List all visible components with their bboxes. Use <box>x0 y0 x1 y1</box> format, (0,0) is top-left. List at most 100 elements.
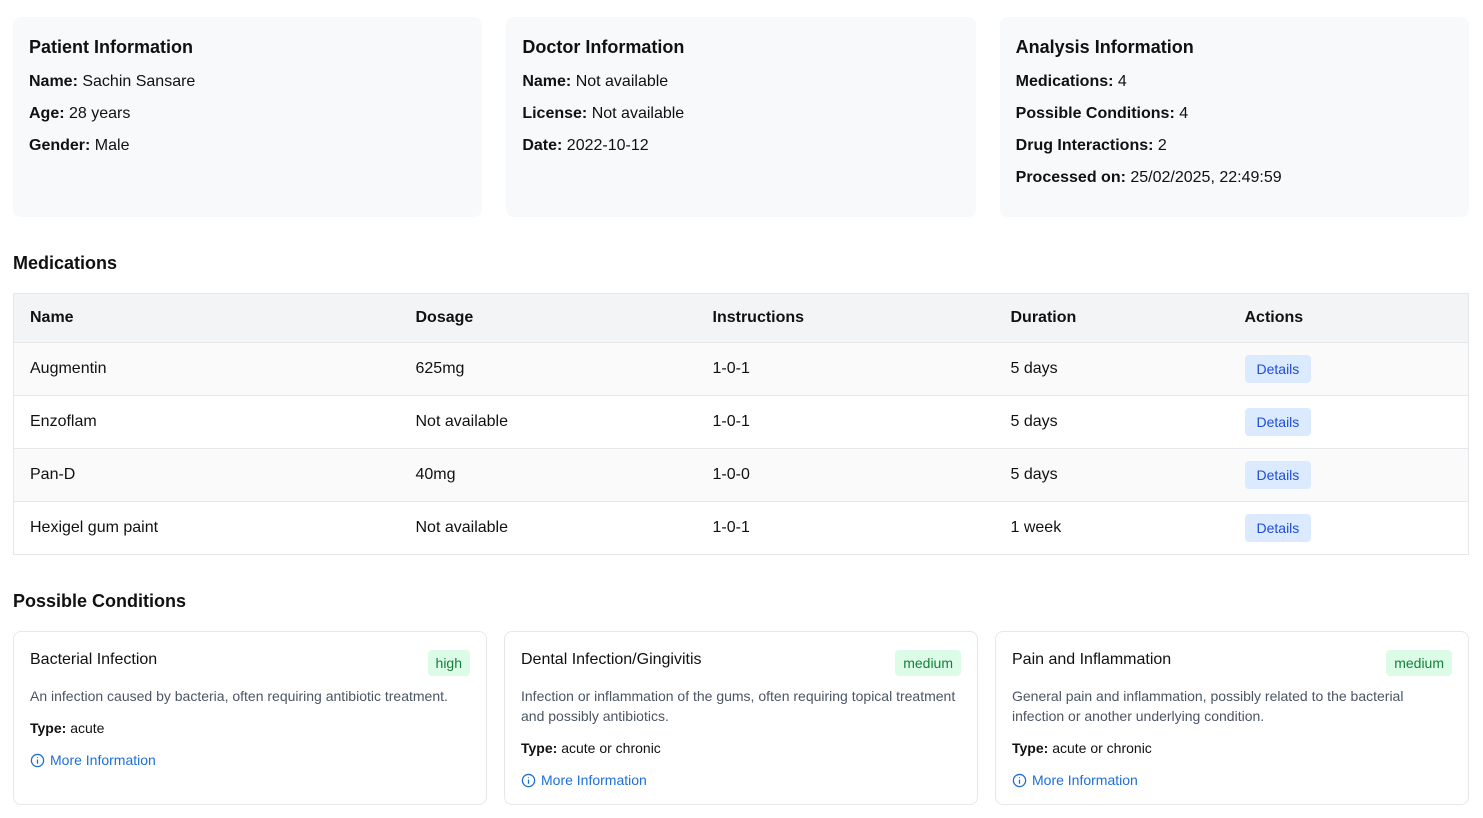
analysis-processed: Processed on: 25/02/2025, 22:49:59 <box>1016 168 1453 188</box>
patient-name-value: Sachin Sansare <box>82 73 196 90</box>
med-name: Pan-D <box>13 448 400 502</box>
more-information-label: More Information <box>541 772 647 788</box>
condition-type: Type: acute or chronic <box>521 738 961 758</box>
doctor-date: Date: 2022-10-12 <box>522 136 959 156</box>
med-dosage: Not available <box>399 395 697 449</box>
info-circle-icon <box>521 773 536 787</box>
med-actions: Details <box>1228 448 1469 502</box>
condition-header: Pain and Inflammation medium <box>1012 649 1452 676</box>
patient-age: Age: 28 years <box>29 104 466 124</box>
doctor-license-value: Not available <box>591 105 685 122</box>
med-actions: Details <box>1228 395 1469 449</box>
condition-description: An infection caused by bacteria, often r… <box>30 688 448 704</box>
doctor-license: License: Not available <box>522 104 959 124</box>
details-button[interactable]: Details <box>1244 355 1312 383</box>
condition-type-label: Type: <box>521 740 558 756</box>
more-information-link[interactable]: More Information <box>30 750 156 770</box>
condition-card: Dental Infection/Gingivitis medium Infec… <box>504 631 978 805</box>
med-dosage: 625mg <box>399 342 697 396</box>
med-duration: 5 days <box>994 448 1229 502</box>
details-button[interactable]: Details <box>1244 461 1312 489</box>
patient-info-card: Patient Information Name: Sachin Sansare… <box>13 17 483 217</box>
analysis-conditions-label: Possible Conditions: <box>1015 105 1175 122</box>
med-duration: 5 days <box>994 395 1229 449</box>
med-instructions: 1-0-1 <box>696 342 995 396</box>
patient-age-label: Age: <box>29 105 65 122</box>
analysis-conditions-value: 4 <box>1179 105 1189 122</box>
table-row: Hexigel gum paint Not available 1-0-1 1 … <box>13 501 1469 555</box>
doctor-info-card: Doctor Information Name: Not available L… <box>506 17 976 217</box>
condition-name: Pain and Inflammation <box>1012 651 1172 668</box>
patient-age-value: 28 years <box>69 105 131 122</box>
table-row: Pan-D 40mg 1-0-0 5 days Details <box>13 448 1469 502</box>
condition-type: Type: acute or chronic <box>1012 738 1452 758</box>
med-instructions: 1-0-0 <box>696 448 995 502</box>
analysis-info-title: Analysis Information <box>1015 37 1194 57</box>
doctor-info-title: Doctor Information <box>522 37 685 57</box>
doctor-date-value: 2022-10-12 <box>566 137 649 154</box>
condition-name: Dental Infection/Gingivitis <box>521 651 702 668</box>
header-duration: Duration <box>994 293 1229 343</box>
doctor-name-value: Not available <box>575 73 669 90</box>
analysis-medications-label: Medications: <box>1015 73 1114 90</box>
med-duration: 5 days <box>994 342 1229 396</box>
details-button[interactable]: Details <box>1244 514 1312 542</box>
details-button[interactable]: Details <box>1244 408 1312 436</box>
doctor-name: Name: Not available <box>522 72 959 92</box>
analysis-processed-label: Processed on: <box>1015 169 1126 186</box>
info-cards-row: Patient Information Name: Sachin Sansare… <box>13 17 1469 217</box>
condition-header: Bacterial Infection high <box>30 649 470 676</box>
header-name: Name <box>13 293 400 343</box>
med-dosage: Not available <box>399 501 697 555</box>
likelihood-badge: medium <box>1386 650 1452 676</box>
med-duration: 1 week <box>994 501 1229 555</box>
more-information-label: More Information <box>50 752 156 768</box>
conditions-row: Bacterial Infection high An infection ca… <box>13 631 1469 805</box>
patient-name-label: Name: <box>29 73 78 90</box>
condition-type-label: Type: <box>1012 740 1049 756</box>
header-instructions: Instructions <box>696 293 995 343</box>
med-instructions: 1-0-1 <box>696 395 995 449</box>
table-header-row: Name Dosage Instructions Duration Action… <box>13 293 1469 343</box>
patient-name: Name: Sachin Sansare <box>29 72 466 92</box>
conditions-section-title: Possible Conditions <box>13 591 187 611</box>
analysis-interactions: Drug Interactions: 2 <box>1016 136 1453 156</box>
analysis-interactions-label: Drug Interactions: <box>1015 137 1154 154</box>
med-actions: Details <box>1228 342 1469 396</box>
header-actions: Actions <box>1228 293 1469 343</box>
condition-type-value: acute or chronic <box>561 740 661 756</box>
med-dosage: 40mg <box>399 448 697 502</box>
med-instructions: 1-0-1 <box>696 501 995 555</box>
more-information-link[interactable]: More Information <box>521 770 647 790</box>
doctor-date-label: Date: <box>522 137 563 154</box>
table-row: Enzoflam Not available 1-0-1 5 days Deta… <box>13 395 1469 449</box>
header-dosage: Dosage <box>399 293 697 343</box>
condition-card: Pain and Inflammation medium General pai… <box>995 631 1469 805</box>
analysis-medications: Medications: 4 <box>1016 72 1453 92</box>
analysis-processed-value: 25/02/2025, 22:49:59 <box>1130 169 1282 186</box>
condition-name: Bacterial Infection <box>30 651 158 668</box>
condition-type-value: acute or chronic <box>1052 740 1152 756</box>
info-circle-icon <box>1012 773 1027 787</box>
patient-gender-value: Male <box>94 137 130 154</box>
condition-description: Infection or inflammation of the gums, o… <box>521 688 956 724</box>
patient-gender-label: Gender: <box>29 137 91 154</box>
info-circle-icon <box>30 753 45 767</box>
condition-header: Dental Infection/Gingivitis medium <box>521 649 961 676</box>
med-name: Enzoflam <box>13 395 400 449</box>
condition-type: Type: acute <box>30 718 470 738</box>
condition-card: Bacterial Infection high An infection ca… <box>13 631 487 805</box>
med-actions: Details <box>1228 501 1469 555</box>
analysis-medications-value: 4 <box>1117 73 1127 90</box>
analysis-interactions-value: 2 <box>1157 137 1167 154</box>
medications-section-title: Medications <box>13 253 118 273</box>
likelihood-badge: high <box>427 650 470 676</box>
condition-description: General pain and inflammation, possibly … <box>1012 688 1404 724</box>
med-name: Augmentin <box>13 342 400 396</box>
analysis-info-card: Analysis Information Medications: 4 Poss… <box>999 17 1469 217</box>
doctor-name-label: Name: <box>522 73 572 90</box>
condition-type-value: acute <box>70 720 105 736</box>
medications-table: Name Dosage Instructions Duration Action… <box>13 293 1469 555</box>
table-row: Augmentin 625mg 1-0-1 5 days Details <box>13 342 1469 396</box>
more-information-link[interactable]: More Information <box>1012 770 1138 790</box>
